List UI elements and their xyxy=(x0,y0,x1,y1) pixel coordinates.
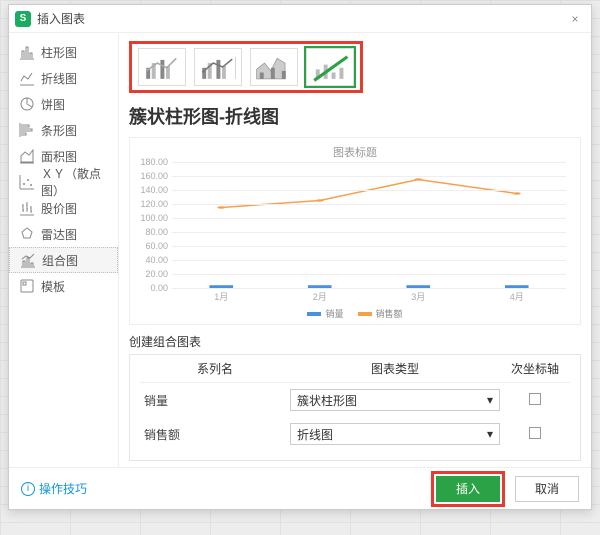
sidebar-item-label: 饼图 xyxy=(41,96,65,113)
secondary-axis-checkbox[interactable] xyxy=(529,427,541,439)
sidebar-item-radar[interactable]: 雷达图 xyxy=(9,221,118,247)
combo-section-label: 创建组合图表 xyxy=(129,325,581,354)
series-type-select[interactable]: 折线图 ▾ xyxy=(290,423,500,445)
subtype-thumb-3[interactable] xyxy=(250,48,298,86)
x-tick-label: 2月 xyxy=(313,290,327,303)
insert-highlight: 插入 xyxy=(431,471,505,507)
header-type: 图表类型 xyxy=(290,360,500,377)
header-axis: 次坐标轴 xyxy=(500,360,570,377)
radar-chart-icon xyxy=(19,226,35,242)
main-panel: 簇状柱形图-折线图 图表标题 0.0020.0040.0060.0080.001… xyxy=(119,33,591,467)
chevron-down-icon: ▾ xyxy=(487,393,493,407)
chart-legend: 销量 销售额 xyxy=(138,303,572,320)
y-tick-label: 0.00 xyxy=(138,283,168,293)
combo-chart-icon xyxy=(20,252,36,268)
y-tick-label: 160.00 xyxy=(138,171,168,181)
sidebar-item-line[interactable]: 折线图 xyxy=(9,65,118,91)
app-icon: S xyxy=(15,11,31,27)
legend-item-2: 销售额 xyxy=(358,307,403,320)
tips-link[interactable]: i 操作技巧 xyxy=(21,480,87,497)
sidebar-item-bar[interactable]: 条形图 xyxy=(9,117,118,143)
y-tick-label: 180.00 xyxy=(138,157,168,167)
chart-preview: 图表标题 0.0020.0040.0060.0080.00100.00120.0… xyxy=(129,137,581,325)
chart-plot-area: 0.0020.0040.0060.0080.00100.00120.00140.… xyxy=(172,162,566,288)
pie-chart-icon xyxy=(19,96,35,112)
stock-chart-icon xyxy=(19,200,35,216)
y-tick-label: 140.00 xyxy=(138,185,168,195)
sidebar-item-pie[interactable]: 饼图 xyxy=(9,91,118,117)
y-tick-label: 40.00 xyxy=(138,255,168,265)
close-button[interactable]: × xyxy=(565,9,585,29)
sidebar-item-label: ＸＹ（散点图） xyxy=(41,165,108,199)
sidebar-item-label: 模板 xyxy=(41,278,65,295)
series-name: 销售额 xyxy=(140,426,290,443)
chart-x-axis: 1月 2月 3月 4月 xyxy=(172,290,566,303)
sidebar-item-label: 折线图 xyxy=(41,70,77,87)
chevron-down-icon: ▾ xyxy=(487,427,493,441)
y-tick-label: 20.00 xyxy=(138,269,168,279)
combo-config: 系列名 图表类型 次坐标轴 销量 簇状柱形图 ▾ xyxy=(129,354,581,461)
chart-type-title: 簇状柱形图-折线图 xyxy=(129,99,581,137)
info-icon: i xyxy=(21,482,35,496)
x-tick-label: 3月 xyxy=(411,290,425,303)
y-tick-label: 120.00 xyxy=(138,199,168,209)
insert-chart-dialog: S 插入图表 × 柱形图 折线图 饼图 xyxy=(8,4,592,510)
sidebar-item-label: 柱形图 xyxy=(41,44,77,61)
sidebar-item-scatter[interactable]: ＸＹ（散点图） xyxy=(9,169,118,195)
line-chart-icon xyxy=(19,70,35,86)
series-name: 销量 xyxy=(140,392,290,409)
bar-chart-icon xyxy=(19,122,35,138)
sidebar-item-label: 股价图 xyxy=(41,200,77,217)
y-tick-label: 100.00 xyxy=(138,213,168,223)
sidebar-item-label: 组合图 xyxy=(42,252,78,269)
sidebar-item-label: 条形图 xyxy=(41,122,77,139)
chart-caption: 图表标题 xyxy=(138,144,572,160)
sidebar-item-column[interactable]: 柱形图 xyxy=(9,39,118,65)
dialog-title: 插入图表 xyxy=(37,10,85,27)
combo-row-1: 销量 簇状柱形图 ▾ xyxy=(140,383,570,417)
area-chart-icon xyxy=(19,148,35,164)
subtype-thumb-4[interactable] xyxy=(306,48,354,86)
x-tick-label: 1月 xyxy=(214,290,228,303)
x-tick-label: 4月 xyxy=(510,290,524,303)
secondary-axis-checkbox[interactable] xyxy=(529,393,541,405)
dialog-footer: i 操作技巧 插入 取消 xyxy=(9,467,591,509)
header-series: 系列名 xyxy=(140,360,290,377)
y-tick-label: 60.00 xyxy=(138,241,168,251)
sidebar-item-template[interactable]: 模板 xyxy=(9,273,118,299)
sidebar-item-label: 雷达图 xyxy=(41,226,77,243)
subtype-thumb-1[interactable] xyxy=(138,48,186,86)
sidebar-item-label: 面积图 xyxy=(41,148,77,165)
cancel-button[interactable]: 取消 xyxy=(515,476,579,502)
subtype-thumb-2[interactable] xyxy=(194,48,242,86)
series-type-select[interactable]: 簇状柱形图 ▾ xyxy=(290,389,500,411)
insert-button[interactable]: 插入 xyxy=(436,476,500,502)
template-icon xyxy=(19,278,35,294)
legend-item-1: 销量 xyxy=(307,307,343,320)
combo-row-2: 销售额 折线图 ▾ xyxy=(140,417,570,451)
scatter-chart-icon xyxy=(19,174,35,190)
titlebar: S 插入图表 × xyxy=(9,5,591,33)
chart-type-sidebar: 柱形图 折线图 饼图 条形图 xyxy=(9,33,119,467)
y-tick-label: 80.00 xyxy=(138,227,168,237)
combo-config-header: 系列名 图表类型 次坐标轴 xyxy=(140,355,570,383)
sidebar-item-combo[interactable]: 组合图 xyxy=(9,247,118,273)
column-chart-icon xyxy=(19,44,35,60)
subtype-picker xyxy=(129,41,363,93)
